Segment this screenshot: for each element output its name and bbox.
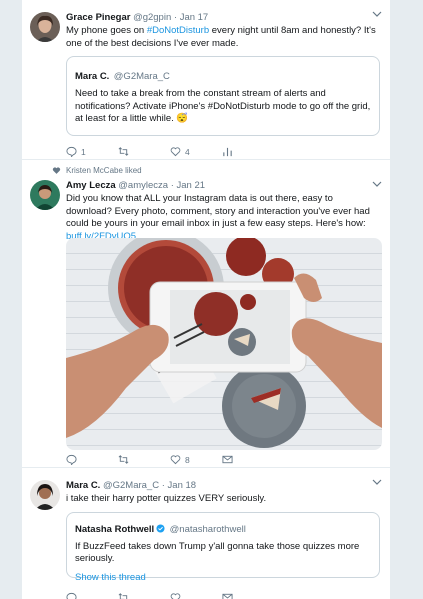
page-background [390,0,423,599]
reply-count: 1 [81,146,86,157]
retweet-icon [118,593,128,599]
verified-icon [156,523,165,533]
chevron-down-icon[interactable] [372,10,382,18]
hashtag-link[interactable]: #DoNotDisturb [147,25,209,36]
author-handle[interactable]: @g2gpin [133,12,171,23]
analytics-icon [223,147,232,157]
reply-icon [66,146,77,157]
tweet-text-pre: My phone goes on [66,25,147,36]
quoted-author-name: Natasha Rothwell [75,523,155,535]
tweet-text: Did you know that ALL your Instagram dat… [66,193,380,243]
author-handle[interactable]: @G2Mara_C [103,480,159,491]
show-thread-link[interactable]: Show this thread [75,572,371,583]
avatar[interactable] [30,480,60,510]
author-handle[interactable]: @amylecza [118,180,168,191]
quoted-text: If BuzzFeed takes down Trump y'all gonna… [75,540,360,565]
retweet-icon [118,147,129,156]
like-icon [170,455,181,465]
tweet[interactable]: Mara C. @G2Mara_C · Jan 18 i take their … [22,468,390,599]
timestamp[interactable]: Jan 17 [180,12,209,23]
tweet-text-body: Did you know that ALL your Instagram dat… [66,193,370,229]
like-icon [170,147,181,157]
dm-icon [222,593,233,599]
quoted-author-handle: @natasharothwell [169,523,246,535]
avatar[interactable] [30,12,60,42]
quoted-tweet[interactable]: Natasha Rothwell @natasharothwell If Buz… [66,511,380,583]
quoted-author-name: Mara C. [75,71,110,82]
tweet-header: Amy Lecza @amylecza · Jan 21 [66,180,380,192]
reply-button[interactable] [66,454,118,465]
dm-icon [222,455,233,464]
chevron-down-icon[interactable] [372,180,382,188]
separator-dot: · [161,480,165,491]
like-count: 8 [185,454,190,465]
author-name[interactable]: Amy Lecza [66,180,116,191]
analytics-button[interactable] [222,146,274,157]
separator-dot: · [170,180,174,191]
timestamp[interactable]: Jan 18 [168,480,197,491]
like-button[interactable] [170,592,222,599]
timestamp[interactable]: Jan 21 [177,180,206,191]
author-name[interactable]: Mara C. [66,480,100,491]
author-name[interactable]: Grace Pinegar [66,12,130,23]
tweet-photo[interactable] [66,238,382,450]
retweet-icon [118,455,129,464]
reply-icon [66,592,77,599]
dm-button[interactable] [222,592,274,599]
like-icon [52,167,61,174]
quoted-tweet[interactable]: Mara C. @G2Mara_C Need to take a break f… [66,56,380,136]
tweet-text: i take their harry potter quizzes VERY s… [66,493,267,504]
dm-button[interactable] [222,454,274,465]
tweet-actions: 8 [66,454,274,465]
like-count: 4 [185,146,190,157]
reply-button[interactable]: 1 [66,146,118,157]
avatar[interactable] [30,180,60,210]
timeline: Grace Pinegar @g2gpin · Jan 17 My phone … [22,0,390,599]
tweet-actions [66,592,274,599]
tweet-text: My phone goes on #DoNotDisturb every nig… [66,25,380,50]
quoted-text: Need to take a break from the constant s… [75,88,371,124]
quoted-author-handle: @G2Mara_C [113,71,170,82]
reply-icon [66,454,77,465]
tweet[interactable]: Grace Pinegar @g2gpin · Jan 17 My phone … [22,0,390,160]
retweet-button[interactable] [118,454,170,465]
like-icon [170,593,181,599]
social-context[interactable]: Kristen McCabe liked [66,166,142,175]
tweet-actions: 1 4 [66,146,274,157]
like-button[interactable]: 4 [170,146,222,157]
retweet-button[interactable] [118,146,170,157]
reply-button[interactable] [66,592,118,599]
retweet-button[interactable] [118,592,170,599]
tweet-header: Grace Pinegar @g2gpin · Jan 17 [66,12,380,24]
tweet-header: Mara C. @G2Mara_C · Jan 18 [66,480,380,492]
tweet[interactable]: Kristen McCabe liked Amy Lecza @amylecza… [22,160,390,468]
separator-dot: · [173,12,178,23]
chevron-down-icon[interactable] [372,478,382,486]
like-button[interactable]: 8 [170,454,222,465]
